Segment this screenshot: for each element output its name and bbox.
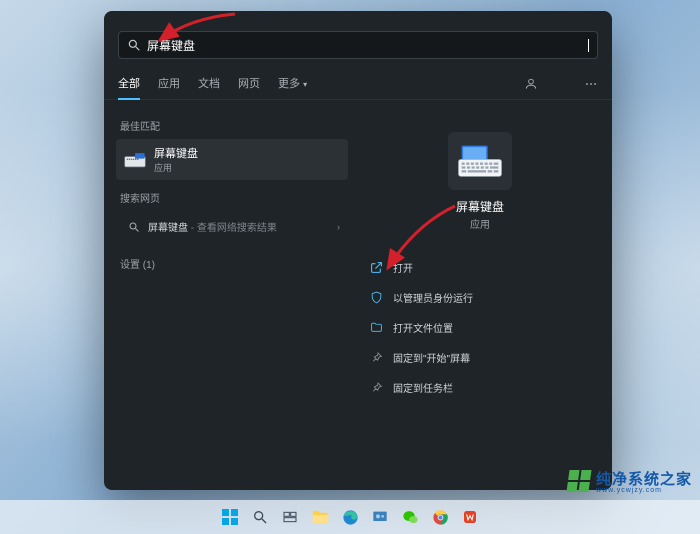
- task-view-button[interactable]: [277, 504, 303, 530]
- shield-icon: [370, 291, 383, 304]
- tab-documents[interactable]: 文档: [198, 69, 220, 99]
- tab-web[interactable]: 网页: [238, 69, 260, 99]
- taskbar-search-button[interactable]: [247, 504, 273, 530]
- start-button[interactable]: [217, 504, 243, 530]
- action-pin-start-label: 固定到"开始"屏幕: [393, 350, 470, 365]
- open-icon: [370, 261, 383, 274]
- action-open-location-label: 打开文件位置: [393, 320, 453, 335]
- chevron-right-icon: ›: [337, 222, 340, 232]
- folder-icon: [370, 321, 383, 334]
- keyboard-icon: [124, 152, 146, 168]
- chrome-icon: [432, 509, 449, 526]
- best-match-label: 最佳匹配: [120, 118, 344, 133]
- wechat-icon: [402, 509, 419, 526]
- watermark-brand: 纯净系统之家: [596, 468, 692, 489]
- detail-title: 屏幕键盘: [456, 198, 504, 215]
- search-box[interactable]: [118, 31, 598, 59]
- filter-tabs: 全部 应用 文档 网页 更多 ▾: [104, 69, 612, 100]
- action-open-label: 打开: [393, 260, 413, 275]
- action-pin-start[interactable]: 固定到"开始"屏幕: [366, 347, 594, 368]
- file-explorer-button[interactable]: [307, 504, 333, 530]
- search-web-label: 搜索网页: [120, 190, 344, 205]
- tab-more[interactable]: 更多 ▾: [278, 69, 307, 99]
- folder-icon: [312, 510, 329, 524]
- app-icon-tile: [448, 132, 512, 190]
- text-caret: [588, 39, 589, 52]
- taskbar-app-wps[interactable]: [457, 504, 483, 530]
- pin-icon: [370, 381, 383, 394]
- keyboard-large-icon: [457, 143, 503, 179]
- edge-icon: [342, 509, 359, 526]
- tab-apps[interactable]: 应用: [158, 69, 180, 99]
- search-icon: [127, 38, 141, 52]
- account-icon[interactable]: [524, 77, 538, 91]
- taskbar: [0, 500, 700, 534]
- search-input[interactable]: [147, 38, 589, 52]
- result-detail-column: 屏幕键盘 应用 打开 以管理员身份运行: [348, 112, 612, 478]
- more-icon[interactable]: [584, 77, 598, 91]
- action-pin-taskbar-label: 固定到任务栏: [393, 380, 453, 395]
- results-left-column: 最佳匹配 屏幕键盘 应用 搜索网页: [116, 112, 348, 478]
- search-icon: [252, 509, 268, 525]
- action-open-location[interactable]: 打开文件位置: [366, 317, 594, 338]
- taskbar-app-control-panel[interactable]: [367, 504, 393, 530]
- best-match-item[interactable]: 屏幕键盘 应用: [116, 139, 348, 180]
- search-icon: [128, 221, 140, 233]
- watermark-logo-icon: [566, 470, 591, 492]
- web-term: 屏幕键盘: [148, 223, 188, 234]
- action-pin-taskbar[interactable]: 固定到任务栏: [366, 377, 594, 398]
- search-web-item[interactable]: 屏幕键盘 - 查看网络搜索结果 ›: [120, 211, 348, 242]
- start-menu-panel: 全部 应用 文档 网页 更多 ▾ 最佳匹配: [104, 11, 612, 490]
- action-open[interactable]: 打开: [366, 257, 594, 278]
- app-icon: [462, 509, 478, 525]
- action-list: 打开 以管理员身份运行 打开文件位置: [366, 257, 594, 398]
- tab-all[interactable]: 全部: [118, 69, 140, 99]
- best-match-subtitle: 应用: [154, 161, 198, 174]
- control-panel-icon: [372, 509, 388, 525]
- watermark: 纯净系统之家 www.ycwjzy.com: [568, 468, 692, 494]
- edge-button[interactable]: [337, 504, 363, 530]
- windows-logo-icon: [222, 509, 238, 525]
- best-match-title: 屏幕键盘: [154, 145, 198, 161]
- wechat-button[interactable]: [397, 504, 423, 530]
- action-run-admin-label: 以管理员身份运行: [393, 290, 473, 305]
- web-hint: - 查看网络搜索结果: [188, 223, 277, 234]
- results-body: 最佳匹配 屏幕键盘 应用 搜索网页: [104, 100, 612, 490]
- action-run-admin[interactable]: 以管理员身份运行: [366, 287, 594, 308]
- pin-icon: [370, 351, 383, 364]
- task-view-icon: [282, 509, 298, 525]
- detail-type: 应用: [470, 216, 490, 231]
- chrome-button[interactable]: [427, 504, 453, 530]
- settings-section-label[interactable]: 设置 (1): [120, 256, 344, 271]
